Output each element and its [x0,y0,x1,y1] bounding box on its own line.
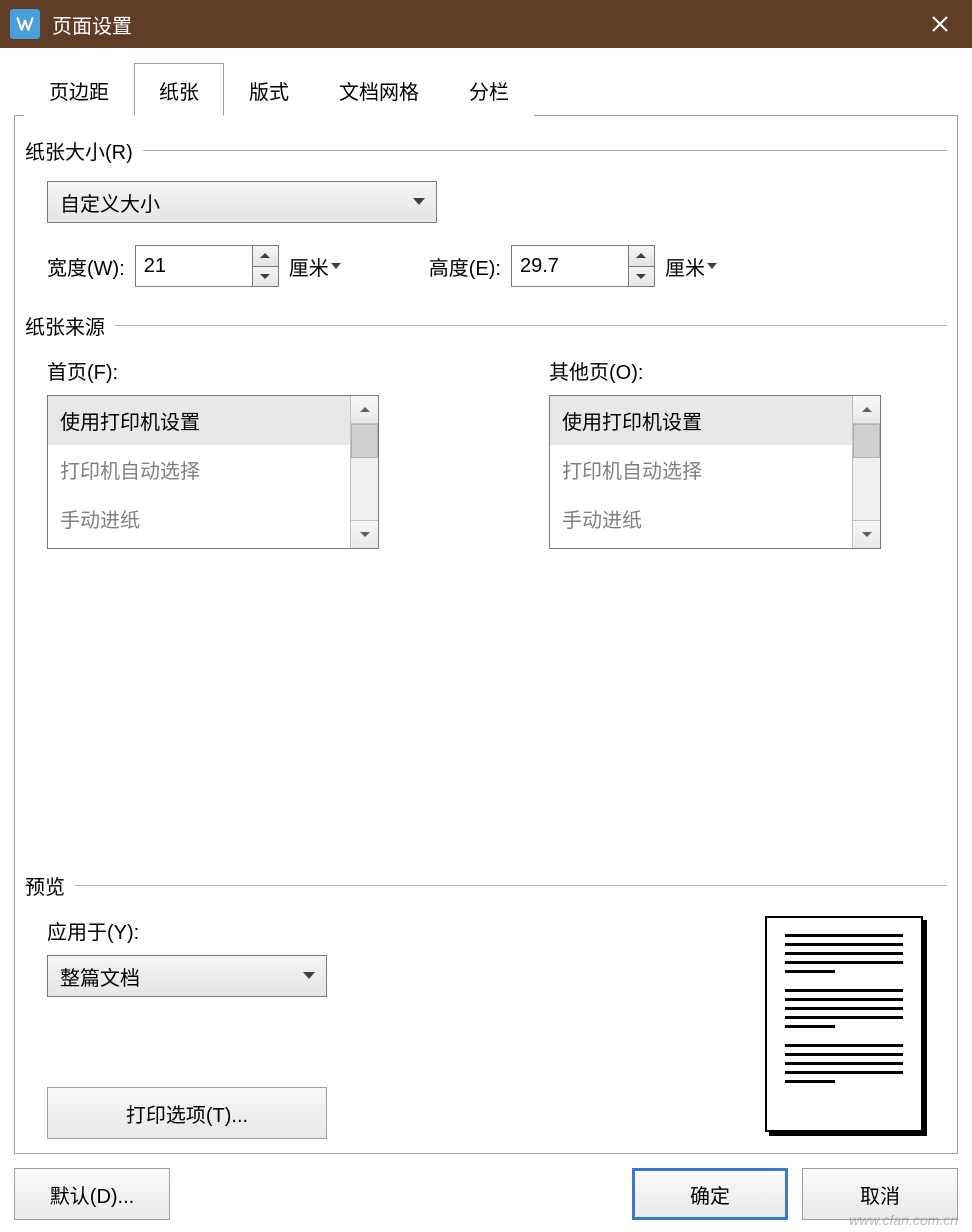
titlebar: 页面设置 [0,0,972,48]
apply-to-value: 整篇文档 [60,962,290,991]
close-icon [931,15,949,33]
close-button[interactable] [916,0,964,48]
tab-columns[interactable]: 分栏 [444,63,534,116]
list-item[interactable]: 使用打印机设置 [48,396,350,445]
paper-size-value: 自定义大小 [60,188,400,217]
divider [115,325,947,326]
chevron-down-icon [302,971,316,981]
preview-label: 预览 [25,871,65,900]
tab-grid[interactable]: 文档网格 [314,63,444,116]
first-page-listbox[interactable]: 使用打印机设置 打印机自动选择 手动进纸 [47,395,379,549]
ok-button[interactable]: 确定 [632,1168,788,1220]
apply-to-label: 应用于(Y): [47,916,765,945]
chevron-down-icon [331,262,341,270]
paper-size-label: 纸张大小(R) [25,136,133,165]
height-unit-label: 厘米 [665,252,705,281]
ok-label: 确定 [690,1180,730,1209]
print-options-button[interactable]: 打印选项(T)... [47,1087,327,1139]
first-page-label: 首页(F): [47,356,379,385]
width-input[interactable] [136,246,252,286]
paper-source-header: 纸张来源 [25,311,947,340]
width-unit-label: 厘米 [289,252,329,281]
list-item[interactable]: 手动进纸 [550,494,852,543]
tab-margins[interactable]: 页边距 [24,63,134,116]
width-unit-combo[interactable]: 厘米 [289,252,341,281]
dialog-body: 页边距 纸张 版式 文档网格 分栏 纸张大小(R) 自定义大小 [0,48,972,1232]
width-label: 宽度(W): [47,252,125,281]
list-item[interactable]: 手动进纸 [48,494,350,543]
height-increment[interactable] [629,246,654,267]
scroll-thumb[interactable] [853,424,880,458]
scroll-down-button[interactable] [853,520,880,548]
app-icon [10,9,40,39]
scrollbar[interactable] [350,396,378,548]
tab-layout[interactable]: 版式 [224,63,314,116]
tab-bar: 页边距 纸张 版式 文档网格 分栏 [14,62,958,116]
list-item[interactable]: 使用打印机设置 [550,396,852,445]
width-decrement[interactable] [253,267,278,287]
apply-to-combo[interactable]: 整篇文档 [47,955,327,997]
tab-content: 纸张大小(R) 自定义大小 宽度(W): [14,116,958,1154]
page-setup-dialog: 页面设置 页边距 纸张 版式 文档网格 分栏 纸张大小(R) 自定义大小 [0,0,972,1232]
chevron-down-icon [412,197,426,207]
cancel-button[interactable]: 取消 [802,1168,958,1220]
paper-size-header: 纸张大小(R) [25,136,947,165]
cancel-label: 取消 [860,1180,900,1209]
height-input[interactable] [512,246,628,286]
preview-header: 预览 [25,871,947,900]
scroll-up-button[interactable] [853,396,880,424]
height-label: 高度(E): [429,252,501,281]
divider [75,885,947,886]
width-spinbox[interactable] [135,245,279,287]
other-pages-label: 其他页(O): [549,356,881,385]
scroll-down-button[interactable] [351,520,378,548]
scroll-track[interactable] [351,424,378,520]
other-pages-listbox[interactable]: 使用打印机设置 打印机自动选择 手动进纸 [549,395,881,549]
list-item[interactable]: 打印机自动选择 [48,445,350,494]
tab-paper[interactable]: 纸张 [134,63,224,116]
chevron-down-icon [707,262,717,270]
default-label: 默认(D)... [50,1180,134,1209]
scroll-track[interactable] [853,424,880,520]
scroll-up-button[interactable] [351,396,378,424]
default-button[interactable]: 默认(D)... [14,1168,170,1220]
width-increment[interactable] [253,246,278,267]
scrollbar[interactable] [852,396,880,548]
paper-size-combo[interactable]: 自定义大小 [47,181,437,223]
paper-source-label: 纸张来源 [25,311,105,340]
dialog-title: 页面设置 [52,10,916,39]
page-preview [765,916,923,1132]
print-options-label: 打印选项(T)... [126,1099,248,1128]
dialog-footer: 默认(D)... 确定 取消 [14,1154,958,1220]
scroll-thumb[interactable] [351,424,378,458]
divider [143,150,947,151]
height-spinbox[interactable] [511,245,655,287]
list-item[interactable]: 打印机自动选择 [550,445,852,494]
height-unit-combo[interactable]: 厘米 [665,252,717,281]
height-decrement[interactable] [629,267,654,287]
